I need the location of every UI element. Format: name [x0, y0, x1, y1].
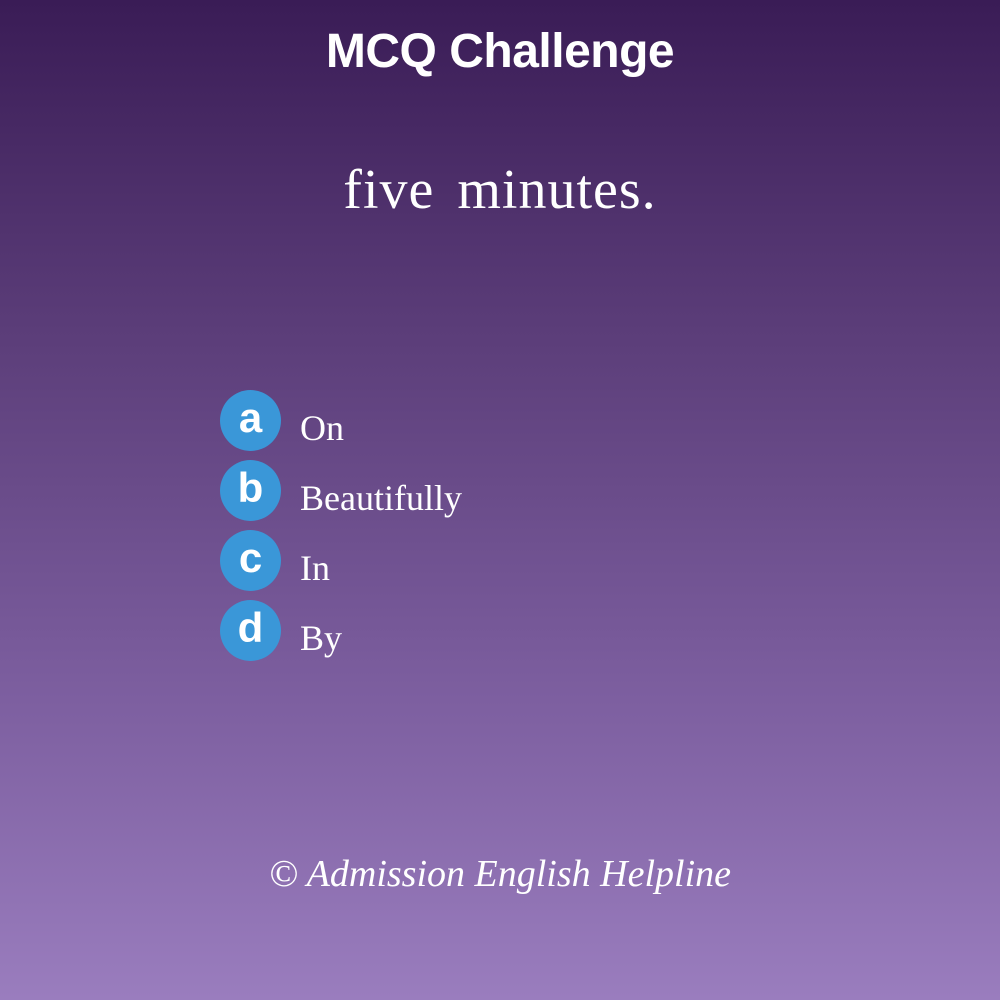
options-list: a On b Beautifully c In d By — [220, 390, 720, 670]
option-c-text: In — [300, 548, 330, 588]
option-b[interactable]: b Beautifully — [220, 460, 720, 530]
option-d[interactable]: d By — [220, 600, 720, 670]
copyright-footer: © Admission English Helpline — [269, 853, 731, 895]
option-a[interactable]: a On — [220, 390, 720, 460]
option-d-text: By — [300, 618, 343, 658]
option-c-badge: c — [220, 530, 281, 591]
page-title: MCQ Challenge — [325, 25, 675, 78]
question-text: five minutes. — [343, 159, 657, 221]
option-a-badge: a — [220, 390, 281, 451]
option-d-badge: d — [220, 600, 281, 661]
option-b-text: Beautifully — [300, 478, 462, 518]
option-a-text: On — [300, 408, 344, 448]
option-b-badge: b — [220, 460, 281, 521]
option-c[interactable]: c In — [220, 530, 720, 600]
